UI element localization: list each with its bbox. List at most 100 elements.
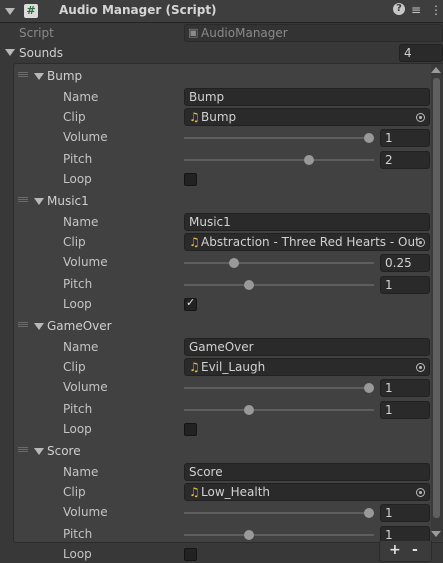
script-field: ▣ AudioManager [184, 24, 443, 42]
pitch-label: Pitch [63, 527, 93, 541]
element-title[interactable]: GameOver [47, 317, 112, 335]
volume-slider-thumb[interactable] [364, 508, 374, 518]
component-title: Audio Manager (Script) [59, 3, 217, 17]
volume-label: Volume [63, 505, 108, 519]
object-picker-icon[interactable] [416, 238, 425, 247]
pitch-slider-thumb[interactable] [243, 530, 254, 540]
pitch-slider-track[interactable] [184, 159, 374, 161]
reorder-handle-icon[interactable] [18, 197, 28, 202]
sliders-icon[interactable]: ≡ [411, 3, 421, 17]
volume-slider-thumb[interactable] [229, 258, 239, 268]
checkmark-icon: ✓ [186, 296, 196, 309]
pitch-slider-thumb[interactable] [243, 405, 254, 415]
loop-label: Loop [63, 297, 92, 311]
volume-label: Volume [63, 255, 108, 269]
volume-field[interactable]: 1 [380, 504, 430, 522]
sounds-foldout-icon[interactable] [5, 49, 15, 56]
remove-element-button[interactable]: - [412, 542, 418, 558]
script-asset-icon: ▣ [188, 26, 199, 39]
pitch-field[interactable]: 1 [380, 401, 430, 419]
element-title[interactable]: Music1 [47, 192, 89, 210]
clip-field-value: Low_Health [201, 485, 271, 499]
pitch-field[interactable]: 2 [380, 151, 430, 169]
volume-slider-track[interactable] [184, 137, 374, 139]
loop-checkbox[interactable] [184, 173, 197, 186]
volume-slider-thumb[interactable] [364, 133, 374, 143]
volume-field[interactable]: 1 [380, 379, 430, 397]
clip-field-value: Evil_Laugh [201, 360, 266, 374]
loop-label: Loop [63, 172, 92, 186]
loop-label: Loop [63, 547, 92, 561]
audio-clip-icon: ♫ [189, 485, 200, 499]
clip-label: Clip [63, 485, 86, 499]
pitch-label: Pitch [63, 402, 93, 416]
clip-field-value: Abstraction - Three Red Hearts - Out [201, 235, 420, 249]
scrollbar-thumb[interactable] [433, 78, 440, 518]
volume-field[interactable]: 1 [380, 129, 430, 147]
pitch-label: Pitch [63, 277, 93, 291]
name-label: Name [63, 340, 99, 354]
element-foldout-icon[interactable] [34, 73, 44, 80]
clip-field[interactable]: ♫ Low_Health [184, 483, 430, 501]
name-field[interactable]: Score [184, 463, 430, 481]
name-field[interactable]: Bump [184, 88, 430, 106]
element-foldout-icon[interactable] [34, 198, 44, 205]
script-field-value: AudioManager [201, 26, 288, 40]
pitch-slider-track[interactable] [184, 534, 374, 536]
script-icon: # [24, 4, 38, 18]
pitch-slider-track[interactable] [184, 284, 374, 286]
object-picker-icon[interactable] [416, 488, 425, 497]
volume-label: Volume [63, 380, 108, 394]
add-element-button[interactable]: + [389, 542, 401, 558]
element-title[interactable]: Score [47, 442, 81, 460]
enabled-placeholder [3, 4, 16, 17]
audio-clip-icon: ♫ [189, 360, 200, 374]
reorder-handle-icon[interactable] [18, 447, 28, 452]
element-foldout-icon[interactable] [34, 448, 44, 455]
pitch-slider-thumb[interactable] [243, 280, 254, 290]
clip-field-value: Bump [201, 110, 237, 124]
loop-checkbox[interactable] [184, 548, 197, 561]
name-label: Name [63, 215, 99, 229]
name-label: Name [63, 465, 99, 479]
scroll-down-icon[interactable] [431, 531, 441, 537]
scrollbar[interactable] [431, 64, 443, 541]
reorder-handle-icon[interactable] [18, 72, 28, 77]
volume-slider-track[interactable] [184, 387, 374, 389]
audio-clip-icon: ♫ [189, 110, 200, 124]
pitch-slider-thumb[interactable] [304, 155, 315, 165]
clip-label: Clip [63, 360, 86, 374]
reorder-handle-icon[interactable] [18, 322, 28, 327]
clip-field[interactable]: ♫ Abstraction - Three Red Hearts - Out [184, 233, 430, 251]
sounds-label: Sounds [19, 46, 64, 60]
help-icon[interactable]: ? [393, 3, 405, 15]
element-foldout-icon[interactable] [34, 323, 44, 330]
volume-field[interactable]: 0.25 [380, 254, 430, 272]
component-header: # Audio Manager (Script) ? ≡ ⋮ [0, 0, 443, 23]
loop-checkbox[interactable] [184, 423, 197, 436]
scroll-up-icon[interactable] [431, 67, 441, 73]
loop-checkbox[interactable]: ✓ [184, 296, 197, 311]
clip-label: Clip [63, 110, 86, 124]
clip-label: Clip [63, 235, 86, 249]
clip-field[interactable]: ♫ Bump [184, 108, 430, 126]
clip-field[interactable]: ♫ Evil_Laugh [184, 358, 430, 376]
name-label: Name [63, 90, 99, 104]
volume-slider-track[interactable] [184, 512, 374, 514]
script-label: Script [19, 26, 54, 40]
sounds-count-field[interactable]: 4 [399, 44, 443, 62]
kebab-menu-icon[interactable]: ⋮ [430, 3, 442, 17]
volume-slider-thumb[interactable] [364, 383, 374, 393]
audio-clip-icon: ♫ [189, 235, 200, 249]
pitch-field[interactable]: 1 [380, 276, 430, 294]
name-field[interactable]: Music1 [184, 213, 430, 231]
pitch-slider-track[interactable] [184, 409, 374, 411]
volume-slider-track[interactable] [184, 262, 374, 264]
pitch-label: Pitch [63, 152, 93, 166]
name-field[interactable]: GameOver [184, 338, 430, 356]
list-footer: + - [379, 541, 432, 562]
element-title[interactable]: Bump [47, 67, 82, 85]
object-picker-icon[interactable] [416, 113, 425, 122]
loop-label: Loop [63, 422, 92, 436]
object-picker-icon[interactable] [416, 363, 425, 372]
